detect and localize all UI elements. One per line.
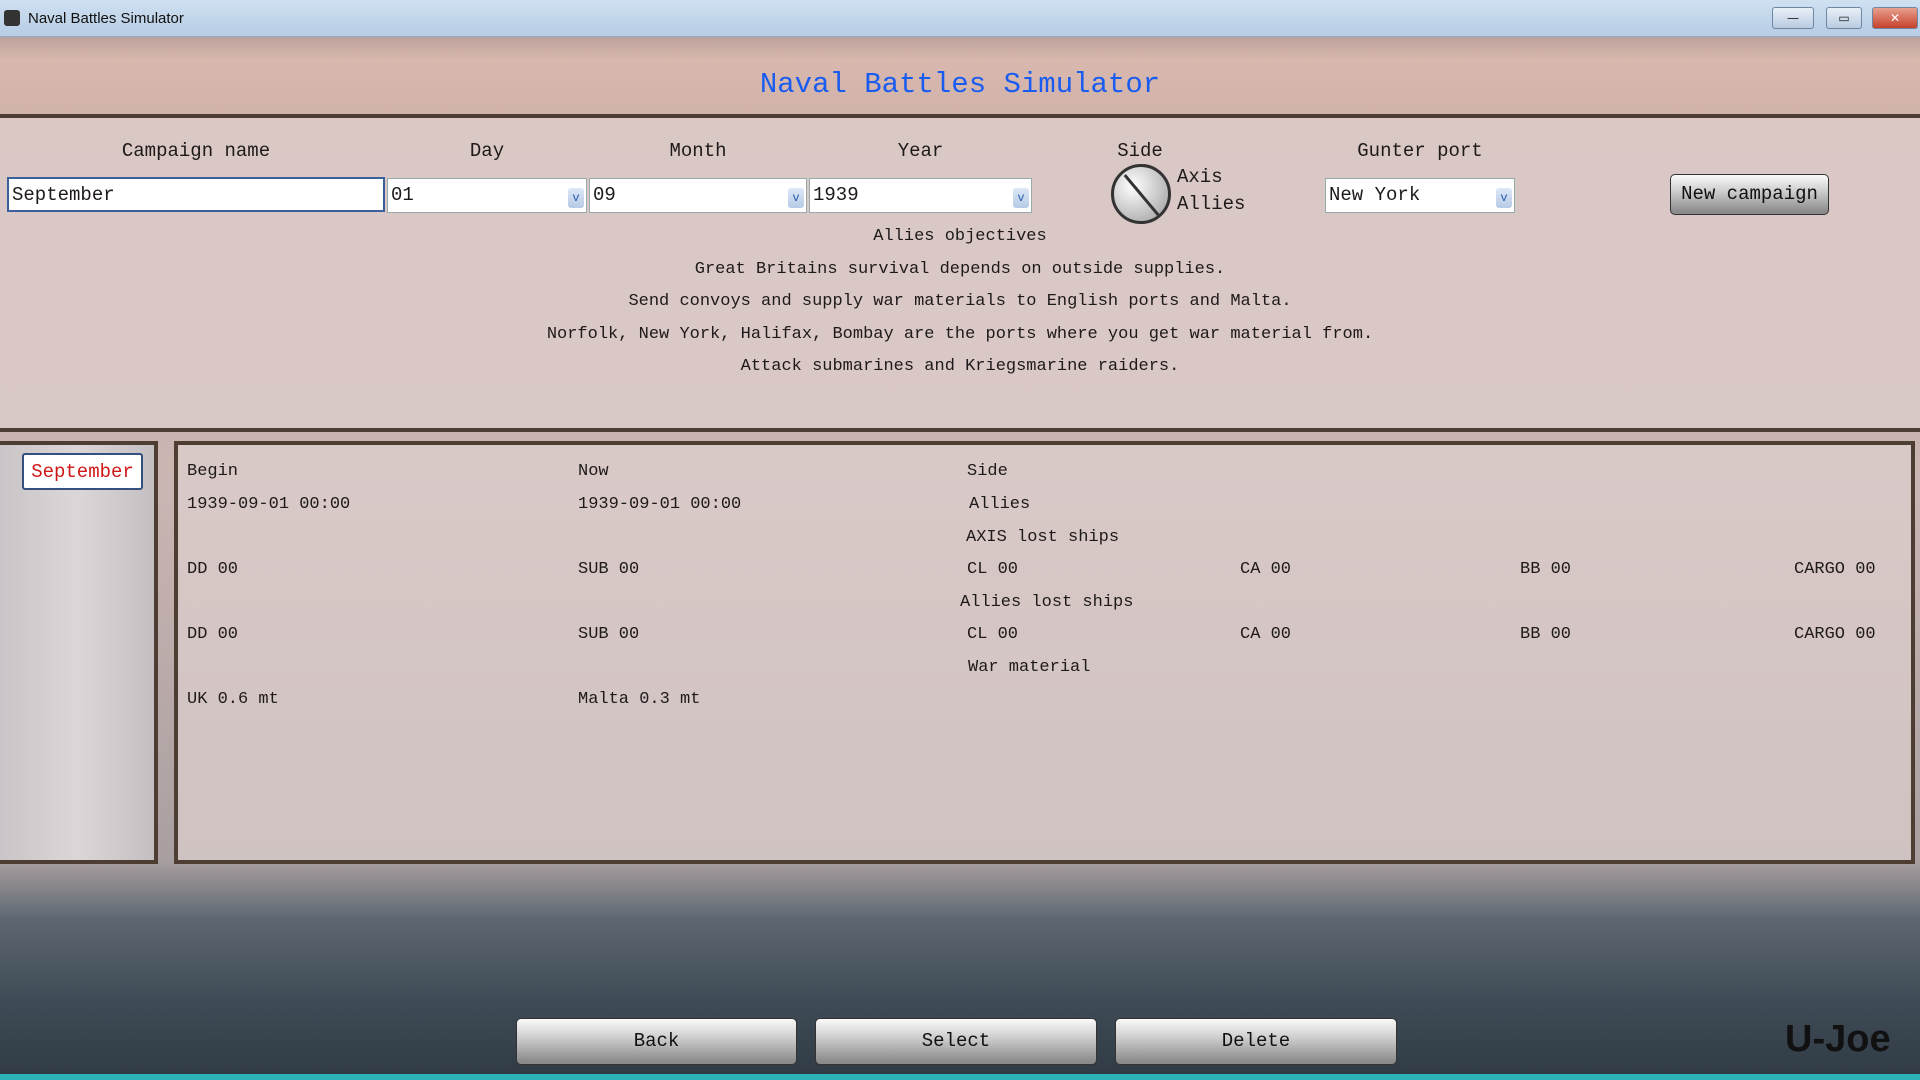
side-header: Side bbox=[967, 462, 1008, 481]
day-value: 01 bbox=[391, 184, 414, 206]
axis-lost-ca: CA 00 bbox=[1240, 560, 1292, 579]
chevron-down-icon[interactable]: v bbox=[788, 188, 804, 208]
objective-line: Attack submarines and Kriegsmarine raide… bbox=[740, 357, 1180, 376]
side-option-allies[interactable]: Allies bbox=[1177, 193, 1245, 215]
campaign-name-input[interactable]: September bbox=[7, 177, 385, 212]
chevron-down-icon[interactable]: v bbox=[1013, 188, 1029, 208]
now-value: 1939-09-01 00:00 bbox=[578, 495, 742, 514]
axis-lost-cargo: CARGO 00 bbox=[1794, 560, 1876, 579]
axis-lost-dd: DD 00 bbox=[187, 560, 239, 579]
close-button[interactable]: ✕ bbox=[1872, 7, 1918, 29]
side-label: Side bbox=[1117, 140, 1163, 162]
axis-lost-sub: SUB 00 bbox=[578, 560, 640, 579]
app-icon bbox=[4, 10, 20, 26]
allies-lost-cargo: CARGO 00 bbox=[1794, 625, 1876, 644]
window-title: Naval Battles Simulator bbox=[28, 9, 184, 27]
objective-line: Great Britains survival depends on outsi… bbox=[694, 260, 1226, 279]
campaign-details-panel bbox=[174, 441, 1915, 864]
begin-value: 1939-09-01 00:00 bbox=[187, 495, 351, 514]
allies-lost-title: Allies lost ships bbox=[960, 593, 1134, 612]
back-button[interactable]: Back bbox=[516, 1018, 797, 1065]
objective-line: Send convoys and supply war materials to… bbox=[628, 292, 1292, 311]
allies-lost-dd: DD 00 bbox=[187, 625, 239, 644]
objective-line: Norfolk, New York, Halifax, Bombay are t… bbox=[546, 325, 1374, 344]
chevron-down-icon[interactable]: v bbox=[568, 188, 584, 208]
side-option-axis[interactable]: Axis bbox=[1177, 166, 1223, 188]
month-label: Month bbox=[669, 140, 727, 162]
axis-lost-cl: CL 00 bbox=[967, 560, 1019, 579]
watermark-logo: U-Joe bbox=[1785, 1018, 1891, 1060]
app-title: Naval Battles Simulator bbox=[759, 68, 1161, 101]
campaign-list-item[interactable]: September bbox=[22, 453, 143, 490]
side-value: Allies bbox=[969, 495, 1031, 514]
day-select[interactable]: 01 v bbox=[387, 178, 587, 213]
war-material-malta: Malta 0.3 mt bbox=[578, 690, 701, 709]
chevron-down-icon[interactable]: v bbox=[1496, 188, 1512, 208]
axis-lost-bb: BB 00 bbox=[1520, 560, 1572, 579]
year-select[interactable]: 1939 v bbox=[809, 178, 1032, 213]
axis-lost-title: AXIS lost ships bbox=[966, 528, 1120, 547]
delete-button[interactable]: Delete bbox=[1115, 1018, 1397, 1065]
campaign-list bbox=[0, 441, 158, 864]
maximize-button[interactable]: ▭ bbox=[1826, 7, 1862, 29]
allies-lost-ca: CA 00 bbox=[1240, 625, 1292, 644]
year-value: 1939 bbox=[813, 184, 859, 206]
campaign-name-label: Campaign name bbox=[121, 140, 271, 162]
knob-indicator bbox=[1123, 174, 1160, 216]
side-toggle-knob[interactable] bbox=[1111, 164, 1171, 224]
allies-lost-cl: CL 00 bbox=[967, 625, 1019, 644]
taskbar-edge bbox=[0, 1074, 1920, 1080]
begin-label: Begin bbox=[187, 462, 239, 481]
new-campaign-button[interactable]: New campaign bbox=[1670, 174, 1829, 215]
objectives-title: Allies objectives bbox=[873, 227, 1047, 246]
year-label: Year bbox=[897, 140, 944, 162]
now-label: Now bbox=[578, 462, 609, 481]
war-material-uk: UK 0.6 mt bbox=[187, 690, 279, 709]
minimize-button[interactable]: — bbox=[1772, 7, 1814, 29]
allies-lost-bb: BB 00 bbox=[1520, 625, 1572, 644]
port-select[interactable]: New York v bbox=[1325, 178, 1515, 213]
select-button[interactable]: Select bbox=[815, 1018, 1097, 1065]
month-select[interactable]: 09 v bbox=[589, 178, 807, 213]
war-material-title: War material bbox=[968, 658, 1091, 677]
allies-lost-sub: SUB 00 bbox=[578, 625, 640, 644]
day-label: Day bbox=[469, 140, 505, 162]
title-bar: Naval Battles Simulator — ▭ ✕ bbox=[0, 0, 1920, 37]
port-label: Gunter port bbox=[1357, 140, 1483, 162]
month-value: 09 bbox=[593, 184, 616, 206]
port-value: New York bbox=[1329, 184, 1421, 206]
